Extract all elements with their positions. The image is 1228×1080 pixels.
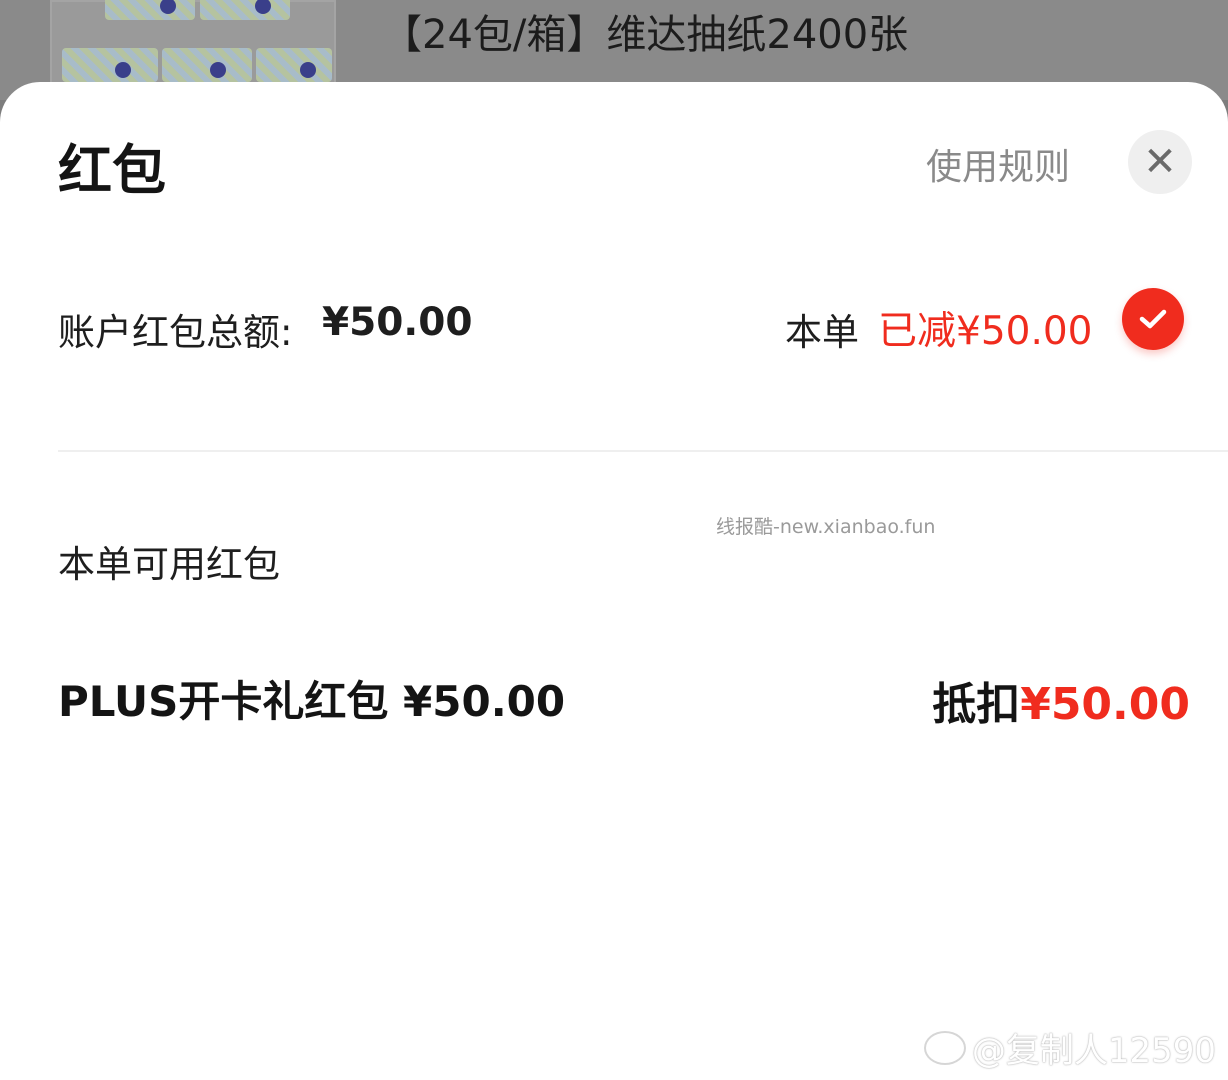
close-button[interactable]: ✕ (1128, 130, 1192, 194)
site-watermark: 线报酷-new.xianbao.fun (716, 516, 936, 538)
red-packet-name[interactable]: PLUS开卡礼红包 ¥50.00 (58, 668, 565, 729)
deduct-label: 抵扣 (932, 679, 1021, 730)
use-red-packet-toggle[interactable] (1122, 288, 1184, 350)
checkmark-icon (1139, 309, 1167, 329)
total-amount: ¥50.00 (322, 300, 473, 345)
available-section-label: 本单可用红包 (58, 543, 280, 586)
red-packet-sheet: 红包 使用规则 ✕ 账户红包总额: ¥50.00 本单 已减¥50.00 线报酷… (0, 82, 1228, 1080)
product-title: 【24包/箱】维达抽纸2400张 (382, 12, 909, 58)
weibo-watermark: @复制人12590 (923, 1023, 1216, 1072)
divider (58, 450, 1228, 452)
total-label: 账户红包总额: (58, 311, 293, 354)
deduct-prefix: 本单 (785, 311, 859, 354)
red-packet-deduct: 抵扣¥50.00 (932, 668, 1190, 732)
deduct-value: 已减¥50.00 (878, 309, 1093, 354)
usage-rules-link[interactable]: 使用规则 (926, 138, 1070, 190)
deduct-amount: ¥50.00 (1020, 679, 1190, 730)
weibo-handle: @复制人12590 (971, 1031, 1216, 1071)
sheet-title: 红包 (58, 139, 166, 202)
close-icon: ✕ (1143, 139, 1177, 185)
weibo-icon (923, 1030, 966, 1065)
